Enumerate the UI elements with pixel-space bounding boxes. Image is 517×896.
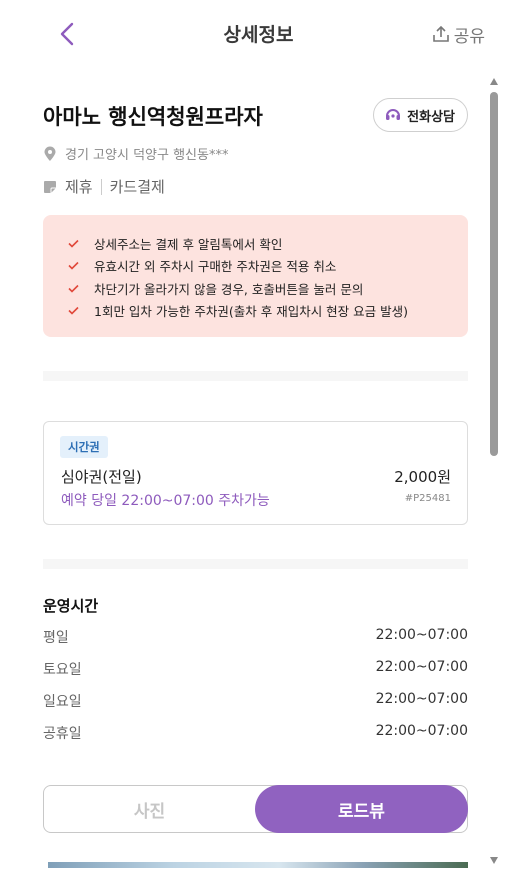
ticket-card[interactable]: 시간권 심야권(전일) 2,000원 예약 당일 22:00~07:00 주차가… (43, 421, 468, 525)
share-button[interactable]: 공유 (432, 20, 485, 48)
share-label: 공유 (453, 26, 485, 47)
hours-row: 공휴일 22:00~07:00 (43, 723, 468, 745)
tag-partner: 제휴 (65, 178, 93, 196)
share-upload-icon (432, 25, 449, 42)
detail-content[interactable]: 아마노 행신역청원프라자 전화상담 경기 고양시 덕양구 행신동*** 제휴 카… (0, 68, 517, 896)
map-pin-icon (44, 146, 56, 161)
ticket-name: 심야권(전일) (61, 468, 142, 486)
ticket-price: 2,000원 (394, 468, 451, 486)
scroll-down-arrow[interactable] (490, 857, 498, 864)
tags-row: 제휴 카드결제 (43, 176, 165, 197)
tab-roadview[interactable]: 로드뷰 (255, 785, 468, 833)
hours-time: 22:00~07:00 (375, 659, 468, 675)
scroll-up-arrow[interactable] (490, 78, 498, 85)
ticket-type-badge: 시간권 (60, 436, 108, 458)
hours-time: 22:00~07:00 (375, 627, 468, 643)
headset-icon (386, 109, 401, 120)
note-icon (44, 180, 56, 193)
notice-text: 차단기가 올라가지 않을 경우, 호출버튼을 눌러 문의 (94, 281, 364, 297)
hours-time: 22:00~07:00 (375, 691, 468, 707)
place-name: 아마노 행신역청원프라자 (43, 105, 263, 129)
address-text: 경기 고양시 덕양구 행신동*** (65, 148, 229, 163)
top-header: 상세정보 공유 (0, 0, 517, 68)
ticket-code: #P25481 (404, 493, 451, 504)
hours-day: 일요일 (43, 694, 82, 710)
scroll-thumb[interactable] (490, 92, 498, 456)
notice-item: 유효시간 외 주차시 구매한 주차권은 적용 취소 (68, 255, 468, 278)
notice-text: 1회만 입차 가능한 주차권(출차 후 재입차시 현장 요금 발생) (94, 304, 408, 320)
hours-time: 22:00~07:00 (375, 723, 468, 739)
hours-row: 평일 22:00~07:00 (43, 627, 468, 649)
hours-title: 운영시간 (43, 597, 99, 615)
notice-box: 상세주소는 결제 후 알림톡에서 확인 유효시간 외 주차시 구매한 주차권은 … (43, 215, 468, 337)
notice-text: 상세주소는 결제 후 알림톡에서 확인 (94, 236, 283, 252)
check-icon (68, 262, 79, 270)
media-tabs: 사진 로드뷰 (43, 785, 468, 833)
notice-item: 1회만 입차 가능한 주차권(출차 후 재입차시 현장 요금 발생) (68, 300, 468, 323)
notice-item: 상세주소는 결제 후 알림톡에서 확인 (68, 232, 468, 255)
check-icon (68, 307, 79, 315)
title-row: 아마노 행신역청원프라자 전화상담 (43, 98, 468, 134)
notice-item: 차단기가 올라가지 않을 경우, 호출버튼을 눌러 문의 (68, 277, 468, 300)
tab-photo[interactable]: 사진 (44, 786, 255, 832)
hours-row: 일요일 22:00~07:00 (43, 691, 468, 713)
address-row: 경기 고양시 덕양구 행신동*** (43, 144, 228, 163)
roadview-image (48, 862, 468, 868)
section-divider (43, 371, 468, 381)
call-consult-button[interactable]: 전화상담 (373, 98, 468, 132)
hours-day: 토요일 (43, 662, 82, 678)
section-divider (43, 559, 468, 569)
hours-day: 평일 (43, 630, 69, 646)
hours-day: 공휴일 (43, 726, 82, 742)
call-consult-label: 전화상담 (407, 109, 455, 125)
check-icon (68, 239, 79, 248)
ticket-availability: 예약 당일 22:00~07:00 주차가능 (61, 493, 270, 509)
notice-text: 유효시간 외 주차시 구매한 주차권은 적용 취소 (94, 259, 337, 275)
tag-divider (100, 178, 102, 195)
scrollbar[interactable] (489, 78, 499, 864)
hours-row: 토요일 22:00~07:00 (43, 659, 468, 681)
tag-card-payment: 카드결제 (109, 178, 165, 196)
check-icon (68, 284, 79, 293)
